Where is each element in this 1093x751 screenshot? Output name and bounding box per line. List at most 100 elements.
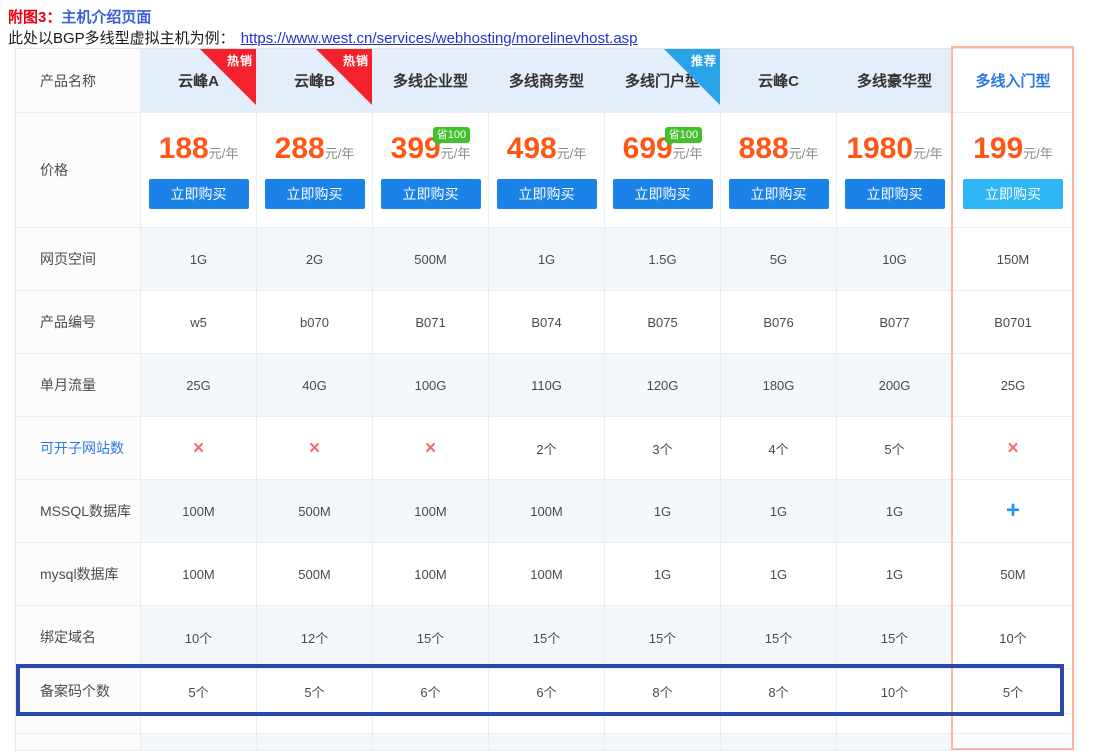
cell-value: 500M [298, 504, 331, 519]
buy-now-button[interactable]: 立即购买 [845, 179, 945, 209]
buy-now-button[interactable]: 立即购买 [963, 179, 1063, 209]
cell-value: 50M [1000, 567, 1025, 582]
price-value: 498 [507, 132, 557, 166]
value-cell: B071 [373, 291, 489, 354]
row-label: MSSQL数据库 [40, 501, 131, 521]
cell-value: 1G [886, 567, 903, 582]
row-label-cell: 绑定域名 [16, 606, 141, 669]
value-cell: 15个 [489, 606, 605, 669]
value-cell: 50M [953, 543, 1074, 606]
value-cell: 5G [721, 228, 837, 291]
table-row: 可开子网站数×××2个3个4个5个× [16, 417, 1073, 480]
product-comparison-table: 产品名称云峰A热销云峰B热销多线企业型多线商务型多线门户型推荐云峰C多线豪华型多… [15, 48, 1073, 751]
product-name: 多线企业型 [393, 70, 468, 91]
buy-now-button[interactable]: 立即购买 [265, 179, 365, 209]
value-cell: + [953, 480, 1074, 543]
price-value: 1980 [846, 132, 913, 166]
price-unit: 元/年 [209, 146, 239, 161]
plus-icon[interactable]: + [1006, 499, 1020, 523]
cell-value: 100M [414, 567, 447, 582]
cell-value: 6个 [536, 682, 556, 701]
value-cell: 15个 [605, 606, 721, 669]
value-cell: 5个 [257, 669, 373, 714]
hosting-page-link[interactable]: https://www.west.cn/services/webhosting/… [241, 30, 638, 47]
price-cell: 699省100元/年立即购买 [605, 113, 721, 228]
value-cell: 15个 [373, 606, 489, 669]
row-label-cell: 网页空间 [16, 228, 141, 291]
cell-value: 10个 [185, 628, 212, 647]
value-cell [257, 734, 373, 751]
value-cell: × [373, 417, 489, 480]
figure-caption: 附图3：主机介绍页面 [8, 6, 151, 27]
figure-caption-title: 主机介绍页面 [61, 9, 151, 26]
cell-value: 10个 [999, 628, 1026, 647]
corner-header-cell: 产品名称 [16, 49, 141, 113]
value-cell: 10个 [837, 669, 953, 714]
hot-badge-label: 热销 [227, 52, 253, 69]
buy-now-button[interactable]: 立即购买 [381, 179, 481, 209]
cell-value: 110G [531, 378, 562, 393]
value-cell [141, 714, 257, 734]
cell-value: 8个 [768, 682, 788, 701]
value-cell: 2个 [489, 417, 605, 480]
value-cell: 4个 [721, 417, 837, 480]
value-cell [953, 714, 1074, 734]
product-header-cell: 云峰C [721, 49, 837, 113]
cell-value: 5个 [188, 682, 208, 701]
cell-value: B074 [531, 315, 561, 330]
cell-value: 1G [538, 252, 555, 267]
buy-now-button[interactable]: 立即购买 [729, 179, 829, 209]
save-badge: 省100 [433, 127, 470, 143]
value-cell [721, 734, 837, 751]
cell-value: 100M [530, 504, 563, 519]
row-label-cell[interactable]: 可开子网站数 [16, 417, 141, 480]
price-cell: 288元/年立即购买 [257, 113, 373, 228]
value-cell: 10G [837, 228, 953, 291]
cell-value: 1G [654, 504, 671, 519]
price-cell: 888元/年立即购买 [721, 113, 837, 228]
buy-now-button[interactable]: 立即购买 [497, 179, 597, 209]
save-badge: 省100 [665, 127, 702, 143]
table-row: 单月流量25G40G100G110G120G180G200G25G [16, 354, 1073, 417]
cell-value: 1.5G [648, 252, 676, 267]
cell-value: 15个 [765, 628, 792, 647]
table-row: 备案码个数5个5个6个6个8个8个10个5个 [16, 669, 1073, 714]
cell-value: 1G [190, 252, 207, 267]
value-cell: × [953, 417, 1074, 480]
row-label-cell: 备案码个数 [16, 669, 141, 714]
row-label: 网页空间 [40, 249, 96, 269]
value-cell [605, 714, 721, 734]
buy-now-button[interactable]: 立即购买 [613, 179, 713, 209]
buy-now-button[interactable]: 立即购买 [149, 179, 249, 209]
value-cell: 1.5G [605, 228, 721, 291]
value-cell: 1G [489, 228, 605, 291]
product-name: 多线商务型 [509, 70, 584, 91]
price-row: 价格188元/年立即购买288元/年立即购买399省100元/年立即购买498元… [16, 113, 1073, 228]
product-name: 多线豪华型 [857, 70, 932, 91]
value-cell: 500M [373, 228, 489, 291]
row-label: 备案码个数 [40, 681, 110, 701]
price-unit: 元/年 [557, 146, 587, 161]
corner-header-label: 产品名称 [40, 71, 96, 91]
cell-value: 120G [647, 378, 679, 393]
cell-value: 100M [414, 504, 447, 519]
price-unit: 元/年 [441, 146, 471, 161]
value-cell: 15个 [837, 606, 953, 669]
price-cell: 399省100元/年立即购买 [373, 113, 489, 228]
value-cell: 40G [257, 354, 373, 417]
value-cell: 110G [489, 354, 605, 417]
row-label-link[interactable]: 可开子网站数 [40, 438, 124, 458]
value-cell: 10个 [141, 606, 257, 669]
value-cell [373, 714, 489, 734]
cell-value: 100M [530, 567, 563, 582]
cell-value: 1G [654, 567, 671, 582]
cross-icon: × [1007, 439, 1018, 458]
value-cell: 12个 [257, 606, 373, 669]
price-cell: 498元/年立即购买 [489, 113, 605, 228]
product-name: 多线入门型 [975, 70, 1050, 91]
value-cell: × [141, 417, 257, 480]
cell-value: 25G [186, 378, 211, 393]
cell-value: 10G [882, 252, 907, 267]
cell-value: 15个 [881, 628, 908, 647]
value-cell [605, 734, 721, 751]
